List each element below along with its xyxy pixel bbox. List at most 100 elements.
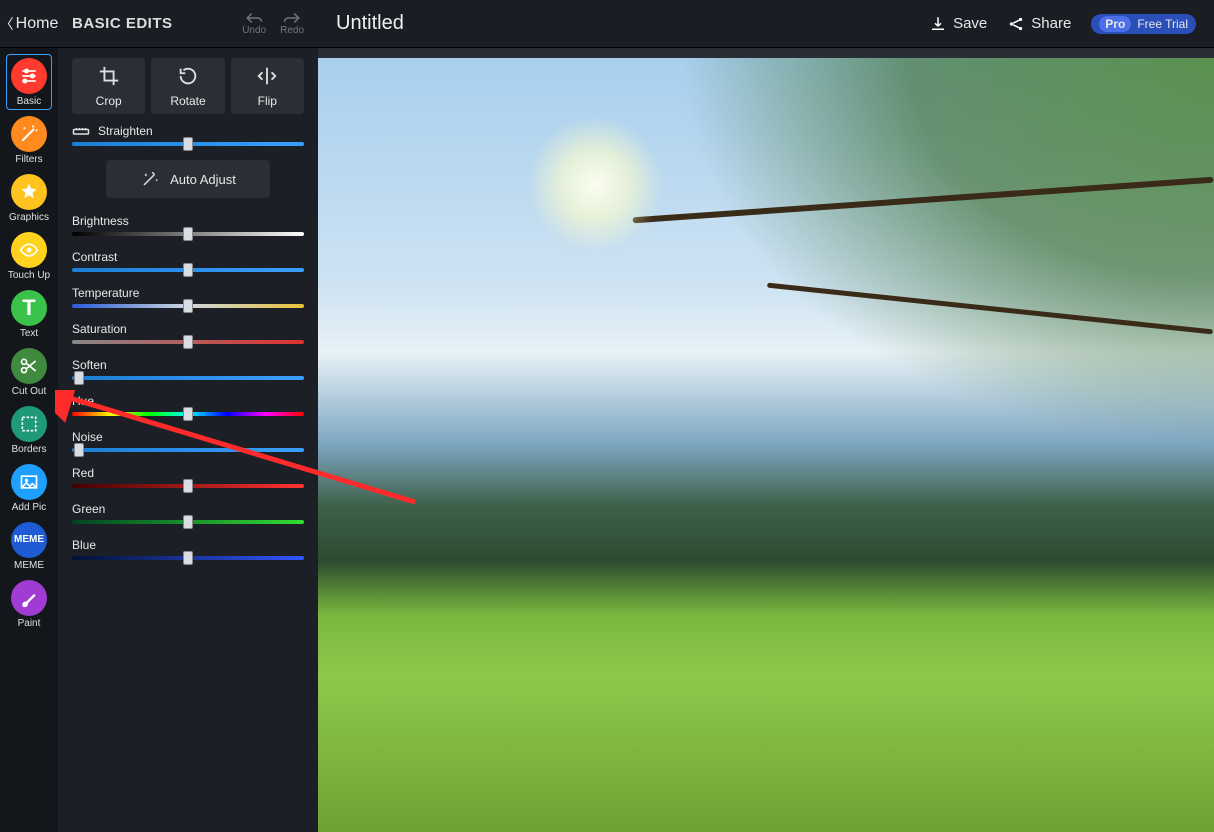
home-label: Home bbox=[16, 15, 59, 33]
auto-adjust-button[interactable]: Auto Adjust bbox=[106, 160, 270, 198]
sidebar-tool-borders[interactable]: Borders bbox=[6, 402, 52, 458]
sidebar-tool-label: Touch Up bbox=[8, 270, 50, 281]
slider-thumb-green[interactable] bbox=[183, 515, 193, 529]
canvas-area[interactable] bbox=[318, 48, 1214, 832]
sidebar-tool-graphics[interactable]: Graphics bbox=[6, 170, 52, 226]
sidebar-tool-label: Graphics bbox=[9, 212, 49, 223]
pro-badge: Pro bbox=[1099, 16, 1131, 32]
panel-title: BASIC EDITS bbox=[72, 15, 173, 32]
undo-button[interactable]: Undo bbox=[242, 11, 266, 36]
sidebar-tool-label: Cut Out bbox=[12, 386, 46, 397]
slider-thumb-soften[interactable] bbox=[74, 371, 84, 385]
slider-saturation: Saturation bbox=[72, 322, 304, 344]
canvas-image bbox=[318, 58, 1214, 832]
slider-label: Noise bbox=[72, 430, 103, 444]
sidebar-tool-basic[interactable]: Basic bbox=[6, 54, 52, 110]
frame-icon bbox=[11, 406, 47, 442]
flip-icon bbox=[256, 65, 278, 94]
sidebar-tool-paint[interactable]: Paint bbox=[6, 576, 52, 632]
slider-track-blue[interactable] bbox=[72, 556, 304, 560]
slider-noise: Noise bbox=[72, 430, 304, 452]
slider-soften: Soften bbox=[72, 358, 304, 380]
sliders-icon bbox=[11, 58, 47, 94]
slider-red: Red bbox=[72, 466, 304, 488]
slider-label: Temperature bbox=[72, 286, 139, 300]
slider-straighten: Straighten bbox=[72, 124, 304, 146]
flip-button[interactable]: Flip bbox=[231, 58, 304, 114]
slider-label: Soften bbox=[72, 358, 107, 372]
star-icon bbox=[11, 174, 47, 210]
sidebar-tool-text[interactable]: T Text bbox=[6, 286, 52, 342]
slider-label: Red bbox=[72, 466, 94, 480]
slider-track-green[interactable] bbox=[72, 520, 304, 524]
download-icon bbox=[929, 15, 947, 33]
slider-thumb-straighten[interactable] bbox=[183, 137, 193, 151]
sidebar-tool-label: Borders bbox=[11, 444, 46, 455]
slider-thumb-saturation[interactable] bbox=[183, 335, 193, 349]
slider-label: Contrast bbox=[72, 250, 117, 264]
slider-label: Blue bbox=[72, 538, 96, 552]
brush-icon bbox=[11, 580, 47, 616]
sidebar-tool-meme[interactable]: MEME MEME bbox=[6, 518, 52, 574]
scissors-icon bbox=[11, 348, 47, 384]
chevron-left-icon: 〈 bbox=[0, 14, 14, 34]
slider-thumb-hue[interactable] bbox=[183, 407, 193, 421]
share-button[interactable]: Share bbox=[1007, 15, 1071, 33]
slider-track-hue[interactable] bbox=[72, 412, 304, 416]
slider-track-saturation[interactable] bbox=[72, 340, 304, 344]
save-button[interactable]: Save bbox=[929, 15, 987, 33]
slider-track-temperature[interactable] bbox=[72, 304, 304, 308]
slider-brightness: Brightness bbox=[72, 214, 304, 236]
wand-icon bbox=[11, 116, 47, 152]
image-icon bbox=[11, 464, 47, 500]
slider-thumb-temperature[interactable] bbox=[183, 299, 193, 313]
free-trial-button[interactable]: Pro Free Trial bbox=[1091, 14, 1196, 34]
sidebar-tool-label: Text bbox=[20, 328, 38, 339]
slider-label: Saturation bbox=[72, 322, 127, 336]
undo-icon bbox=[245, 11, 263, 25]
document-title: Untitled bbox=[336, 12, 404, 35]
slider-label: Brightness bbox=[72, 214, 129, 228]
slider-hue: Hue bbox=[72, 394, 304, 416]
slider-contrast: Contrast bbox=[72, 250, 304, 272]
eye-icon bbox=[11, 232, 47, 268]
slider-label: Green bbox=[72, 502, 105, 516]
slider-label: Hue bbox=[72, 394, 94, 408]
sidebar-tool-filters[interactable]: Filters bbox=[6, 112, 52, 168]
slider-thumb-blue[interactable] bbox=[183, 551, 193, 565]
rotate-button[interactable]: Rotate bbox=[151, 58, 224, 114]
crop-button[interactable]: Crop bbox=[72, 58, 145, 114]
crop-icon bbox=[98, 65, 120, 94]
slider-thumb-red[interactable] bbox=[183, 479, 193, 493]
sidebar-tool-label: Add Pic bbox=[12, 502, 46, 513]
sidebar-tool-addpic[interactable]: Add Pic bbox=[6, 460, 52, 516]
sidebar-tool-label: Filters bbox=[15, 154, 42, 165]
straighten-icon bbox=[72, 124, 90, 138]
sidebar-tool-cutout[interactable]: Cut Out bbox=[6, 344, 52, 400]
slider-track-straighten[interactable] bbox=[72, 142, 304, 146]
rotate-icon bbox=[177, 65, 199, 94]
slider-track-contrast[interactable] bbox=[72, 268, 304, 272]
slider-thumb-noise[interactable] bbox=[74, 443, 84, 457]
slider-green: Green bbox=[72, 502, 304, 524]
sidebar-tool-label: Paint bbox=[18, 618, 41, 629]
slider-track-red[interactable] bbox=[72, 484, 304, 488]
slider-blue: Blue bbox=[72, 538, 304, 560]
MEME-icon: MEME bbox=[11, 522, 47, 558]
share-icon bbox=[1007, 15, 1025, 33]
slider-label: Straighten bbox=[98, 124, 153, 138]
home-button[interactable]: 〈 Home bbox=[0, 0, 58, 47]
wand-icon bbox=[140, 170, 160, 188]
slider-track-soften[interactable] bbox=[72, 376, 304, 380]
redo-icon bbox=[283, 11, 301, 25]
slider-track-brightness[interactable] bbox=[72, 232, 304, 236]
sidebar-tool-touchup[interactable]: Touch Up bbox=[6, 228, 52, 284]
redo-button[interactable]: Redo bbox=[280, 11, 304, 36]
sidebar-tool-label: Basic bbox=[17, 96, 41, 107]
sidebar-tool-label: MEME bbox=[14, 560, 44, 571]
T-icon: T bbox=[11, 290, 47, 326]
slider-track-noise[interactable] bbox=[72, 448, 304, 452]
slider-thumb-brightness[interactable] bbox=[183, 227, 193, 241]
slider-thumb-contrast[interactable] bbox=[183, 263, 193, 277]
slider-temperature: Temperature bbox=[72, 286, 304, 308]
